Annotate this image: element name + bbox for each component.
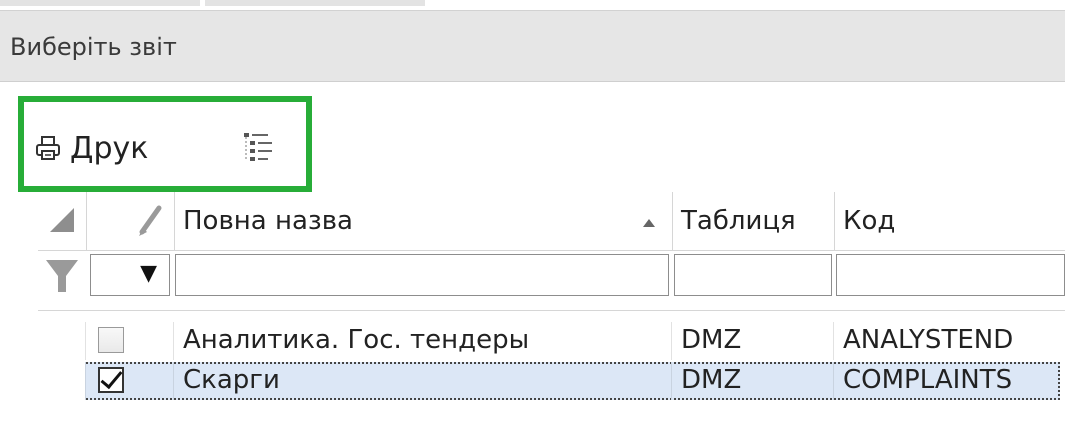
dialog-title: Виберіть звіт (10, 33, 177, 61)
cell-text: DMZ (681, 365, 742, 395)
print-button[interactable]: Друк (34, 130, 148, 166)
table-row-selected[interactable]: Скарги DMZ COMPLAINTS (38, 362, 1060, 400)
cell-text: Аналитика. Гос. тендеры (183, 325, 530, 355)
top-tab-strip (0, 0, 1065, 10)
column-label: Повна назва (183, 206, 353, 236)
cell-text: DMZ (681, 325, 742, 355)
grid-filter-row: ▼ (38, 250, 1065, 302)
tab-strip-segment (205, 0, 425, 6)
tree-view-icon (238, 133, 278, 172)
filter-input-code[interactable] (836, 254, 1065, 296)
row-checkbox-checked[interactable] (98, 367, 124, 393)
print-label: Друк (70, 130, 149, 166)
corner-triangle-icon (50, 208, 74, 232)
filter-row-indicator (38, 250, 86, 302)
tab-strip-segment (0, 0, 200, 6)
tree-view-button[interactable] (238, 128, 278, 168)
edit-column-header (86, 192, 174, 250)
filter-icon (46, 260, 78, 292)
row-checkbox-cell[interactable] (86, 322, 174, 360)
cell-full-name: Аналитика. Гос. тендеры (174, 322, 672, 360)
report-toolbar: Друк (18, 96, 312, 192)
cell-code: ANALYSTEND (834, 322, 1065, 360)
dropdown-arrow-icon: ▼ (140, 261, 157, 286)
cell-text: ANALYSTEND (843, 325, 1014, 355)
column-header-full-name[interactable]: Повна назва (174, 192, 672, 250)
cell-code: COMPLAINTS (834, 362, 1060, 400)
grid-header-row: Повна назва Таблиця Код (38, 192, 1065, 251)
column-label: Код (843, 206, 896, 236)
column-label: Таблиця (681, 206, 796, 236)
row-indicator (38, 322, 86, 360)
filter-input-table[interactable] (674, 254, 832, 296)
pencil-icon (139, 205, 162, 236)
cell-text: Скарги (183, 365, 280, 395)
sort-ascending-icon (643, 219, 655, 227)
filter-input-full-name[interactable] (175, 254, 669, 296)
cell-text: COMPLAINTS (843, 365, 1013, 395)
dialog-title-bar: Виберіть звіт (0, 10, 1065, 82)
select-all-corner[interactable] (38, 192, 86, 250)
column-header-table[interactable]: Таблиця (672, 192, 834, 250)
cell-table: DMZ (672, 322, 834, 360)
cell-table: DMZ (672, 362, 834, 400)
row-checkbox-cell[interactable] (86, 362, 174, 400)
report-grid: Повна назва Таблиця Код ▼ Аналитика. Гос… (38, 192, 1065, 422)
cell-full-name: Скарги (174, 362, 672, 400)
row-indicator (38, 362, 86, 400)
column-header-code[interactable]: Код (834, 192, 1065, 250)
table-row[interactable]: Аналитика. Гос. тендеры DMZ ANALYSTEND (38, 322, 1065, 360)
grid-separator (38, 302, 1065, 311)
checkbox-filter-dropdown[interactable]: ▼ (90, 254, 170, 296)
row-checkbox[interactable] (98, 327, 124, 353)
printer-icon (34, 134, 62, 162)
